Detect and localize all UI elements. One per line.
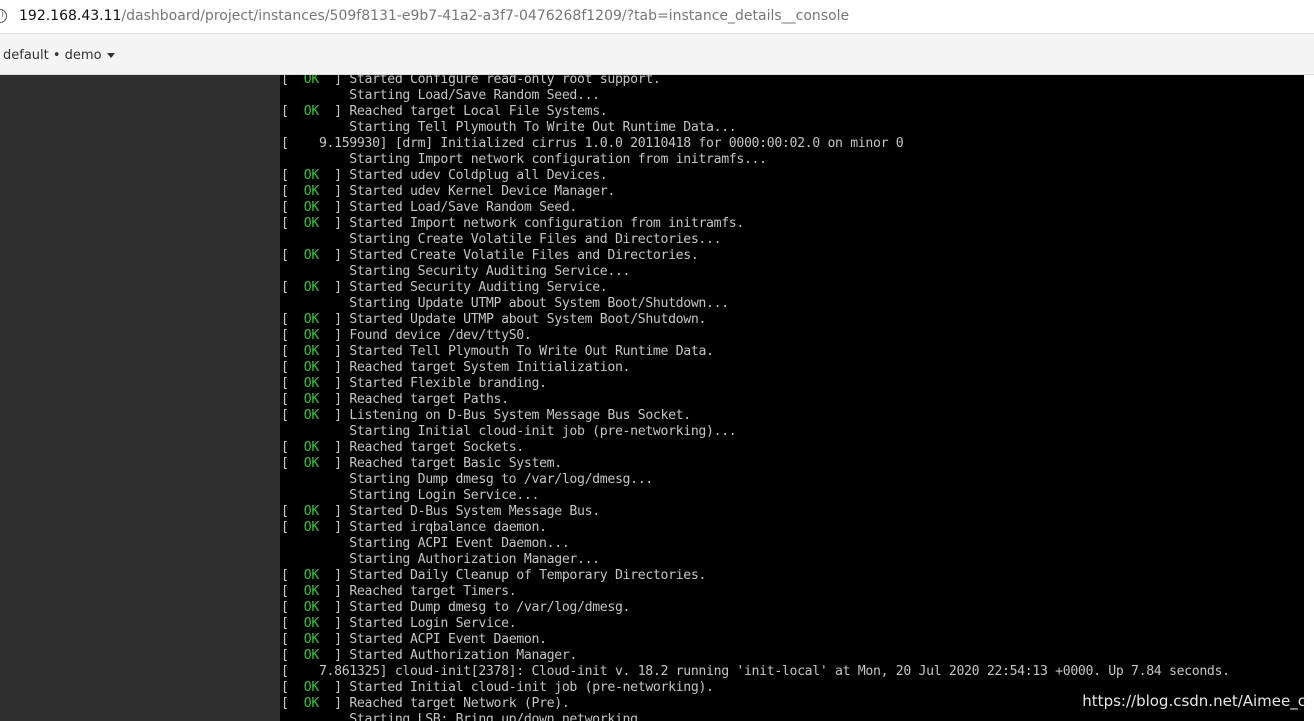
- ok-status: OK: [303, 504, 320, 519]
- console-line: Starting Authorization Manager...: [281, 552, 600, 567]
- url-path: /dashboard/project/instances/509f8131-e9…: [121, 8, 850, 24]
- console-line: [ OK ] Started Load/Save Random Seed.: [281, 200, 578, 215]
- console-line: [ OK ] Started D-Bus System Message Bus.: [281, 504, 600, 519]
- console-line: [ OK ] Started Daily Cleanup of Temporar…: [281, 568, 707, 583]
- console-line: [ OK ] Started Create Volatile Files and…: [281, 248, 699, 263]
- console-line: [ 9.159930] [drm] Initialized cirrus 1.0…: [281, 136, 904, 151]
- console-line: [ OK ] Reached target Local File Systems…: [281, 104, 608, 119]
- ok-status: OK: [303, 680, 320, 695]
- url-text[interactable]: 192.168.43.11/dashboard/project/instance…: [19, 8, 849, 24]
- ok-status: OK: [303, 328, 320, 343]
- ok-status: OK: [303, 440, 320, 455]
- console-line: [ OK ] Started Initial cloud-init job (p…: [281, 680, 714, 695]
- console-line: [ OK ] Started Tell Plymouth To Write Ou…: [281, 344, 714, 359]
- ok-status: OK: [303, 456, 320, 471]
- console-line: [ OK ] Reached target System Initializat…: [281, 360, 631, 375]
- ok-status: OK: [303, 200, 320, 215]
- console-line: [ OK ] Reached target Timers.: [281, 584, 517, 599]
- ok-status: OK: [303, 568, 320, 583]
- ok-status: OK: [303, 632, 320, 647]
- console-line: [ OK ] Started ACPI Event Daemon.: [281, 632, 547, 647]
- project-header: default • demo: [0, 34, 1314, 75]
- console-line: Starting LSB: Bring up/down networking..…: [281, 712, 661, 721]
- console-line: [ OK ] Started Authorization Manager.: [281, 648, 578, 663]
- console-line: [ 7.861325] cloud-init[2378]: Cloud-init…: [281, 664, 1230, 679]
- console-line: [ OK ] Started Import network configurat…: [281, 216, 744, 231]
- caret-down-icon: [106, 53, 115, 58]
- console-line: Starting Security Auditing Service...: [281, 264, 631, 279]
- ok-status: OK: [303, 696, 320, 711]
- console-line: [ OK ] Found device /dev/ttyS0.: [281, 328, 532, 343]
- console-line: Starting Tell Plymouth To Write Out Runt…: [281, 120, 737, 135]
- ok-status: OK: [303, 376, 320, 391]
- console-line: Starting Login Service...: [281, 488, 540, 503]
- console-line: [ OK ] Reached target Paths.: [281, 392, 509, 407]
- ok-status: OK: [303, 344, 320, 359]
- ok-status: OK: [303, 168, 320, 183]
- ok-status: OK: [303, 216, 320, 231]
- ok-status: OK: [303, 312, 320, 327]
- page-right-margin: [1304, 75, 1314, 721]
- console-line: [ OK ] Started udev Kernel Device Manage…: [281, 184, 615, 199]
- console-line: [ OK ] Started Flexible branding.: [281, 376, 547, 391]
- watermark-text: https://blog.csdn.net/Aimee_c: [1082, 692, 1306, 710]
- ok-status: OK: [303, 104, 320, 119]
- url-host: 192.168.43.11: [19, 8, 122, 24]
- ok-status: OK: [303, 75, 320, 87]
- ok-status: OK: [303, 648, 320, 663]
- console-line: [ OK ] Started irqbalance daemon.: [281, 520, 547, 535]
- console-line: [ OK ] Started Configure read-only root …: [281, 75, 661, 88]
- ok-status: OK: [303, 520, 320, 535]
- console-line: Starting Dump dmesg to /var/log/dmesg...: [281, 472, 653, 487]
- console-line: Starting Load/Save Random Seed...: [281, 88, 600, 103]
- site-info-icon[interactable]: i: [0, 9, 7, 23]
- ok-status: OK: [303, 184, 320, 199]
- console-line: Starting Import network configuration fr…: [281, 152, 767, 167]
- ok-status: OK: [303, 584, 320, 599]
- address-bar[interactable]: i 192.168.43.11/dashboard/project/instan…: [0, 0, 1314, 34]
- console-line: [ OK ] Started Update UTMP about System …: [281, 312, 707, 327]
- console-line: [ OK ] Reached target Sockets.: [281, 440, 524, 455]
- console-line: Starting Initial cloud-init job (pre-net…: [281, 424, 737, 439]
- ok-status: OK: [303, 616, 320, 631]
- console-line: [ OK ] Reached target Network (Pre).: [281, 696, 570, 711]
- console-line: Starting Create Volatile Files and Direc…: [281, 232, 722, 247]
- console-line: Starting Update UTMP about System Boot/S…: [281, 296, 729, 311]
- console-line: [ OK ] Started Login Service.: [281, 616, 517, 631]
- ok-status: OK: [303, 360, 320, 375]
- console-line: Starting ACPI Event Daemon...: [281, 536, 570, 551]
- console-line: [ OK ] Started Security Auditing Service…: [281, 280, 608, 295]
- console-line: [ OK ] Reached target Basic System.: [281, 456, 562, 471]
- ok-status: OK: [303, 600, 320, 615]
- ok-status: OK: [303, 248, 320, 263]
- ok-status: OK: [303, 408, 320, 423]
- sidebar: [0, 75, 280, 721]
- console-line: [ OK ] Listening on D-Bus System Message…: [281, 408, 691, 423]
- project-selector[interactable]: default • demo: [3, 48, 115, 63]
- project-selector-label: default • demo: [3, 48, 102, 63]
- ok-status: OK: [303, 392, 320, 407]
- console-line: [ OK ] Started Dump dmesg to /var/log/dm…: [281, 600, 631, 615]
- instance-console[interactable]: [ OK ] Started Configure read-only root …: [280, 75, 1304, 721]
- ok-status: OK: [303, 280, 320, 295]
- console-line: [ OK ] Started udev Coldplug all Devices…: [281, 168, 608, 183]
